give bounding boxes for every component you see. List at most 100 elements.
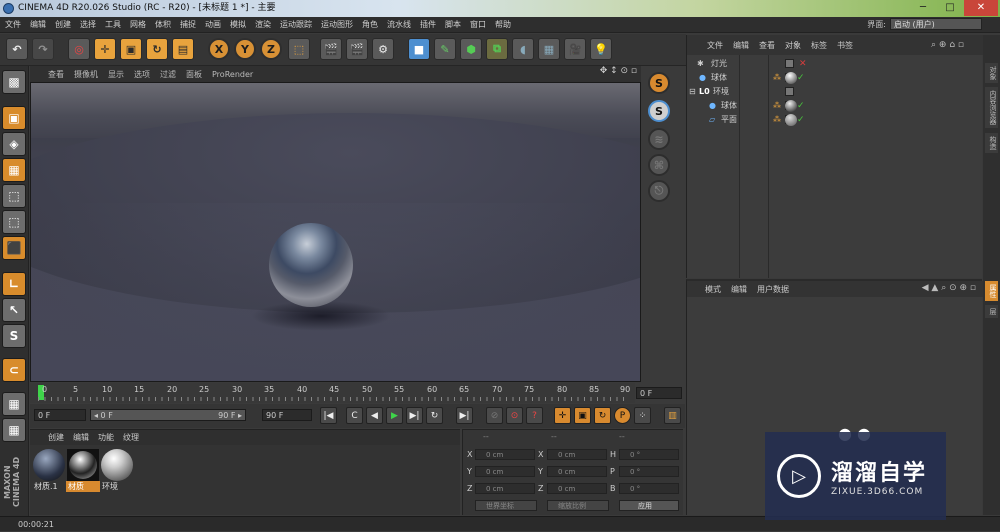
render-settings-icon[interactable]: ⚙ [372, 38, 394, 60]
rotation-h-field[interactable]: 0 ° [619, 449, 679, 460]
move-icon[interactable]: ✛ [94, 38, 116, 60]
attr-menu-edit[interactable]: 编辑 [731, 284, 747, 295]
menu-mograph[interactable]: 运动图形 [321, 19, 353, 30]
snap-icon[interactable]: ⊂ [2, 358, 26, 382]
viewport-menu-cameras[interactable]: 摄像机 [74, 69, 98, 80]
tweak-mode-icon[interactable]: ↖ [2, 298, 26, 322]
menu-plugins[interactable]: 插件 [420, 19, 436, 30]
subdivision-icon[interactable]: ⬢ [460, 38, 482, 60]
viewport-nav-icons[interactable]: ✥ ↕ ⊙ ▫ [600, 66, 637, 76]
obj-menu-file[interactable]: 文件 [707, 40, 723, 51]
menu-script[interactable]: 脚本 [445, 19, 461, 30]
key-rotation-icon[interactable]: ↻ [594, 407, 611, 424]
attribute-nav-icons[interactable]: ◀ ▲ ⌕ ⊙ ⊕ ▫ [922, 283, 976, 293]
viewport-menu-options[interactable]: 选项 [134, 69, 150, 80]
key-parameter-icon[interactable]: P [614, 407, 631, 424]
next-key-icon[interactable]: ↻ [426, 407, 443, 424]
enabled-check-icon[interactable]: ✓ [797, 113, 805, 127]
menu-simulate[interactable]: 模拟 [230, 19, 246, 30]
menu-help[interactable]: 帮助 [495, 19, 511, 30]
object-row-light[interactable]: ✱ 灯光 ✕ [687, 57, 983, 71]
viewport-menu-filter[interactable]: 过滤 [160, 69, 176, 80]
light-icon[interactable]: 💡 [590, 38, 612, 60]
start-frame-field[interactable]: 0 F [34, 409, 86, 421]
key-scale-icon[interactable]: ▣ [574, 407, 591, 424]
mat-menu-texture[interactable]: 纹理 [123, 432, 139, 443]
menu-snap[interactable]: 捕捉 [180, 19, 196, 30]
material-label[interactable]: 材质 [66, 481, 100, 492]
lock-workplane-icon[interactable]: ▦ [2, 392, 26, 416]
menu-mesh[interactable]: 网格 [130, 19, 146, 30]
object-row-sphere[interactable]: ● 球体 ✓ ⁂ [687, 71, 983, 85]
array-icon[interactable]: ⧉ [486, 38, 508, 60]
obj-menu-edit[interactable]: 编辑 [733, 40, 749, 51]
camera-icon[interactable]: 🎥 [564, 38, 586, 60]
menu-character[interactable]: 角色 [362, 19, 378, 30]
z-axis-icon[interactable]: Z [260, 38, 282, 60]
phong-tag-icon[interactable]: ⁂ [773, 99, 781, 113]
size-z-field[interactable]: 0 cm [547, 483, 607, 494]
tab-attributes[interactable]: 属性 [985, 281, 998, 301]
mat-menu-edit[interactable]: 编辑 [73, 432, 89, 443]
disabled-icon[interactable]: ✕ [799, 57, 807, 71]
menu-tools[interactable]: 工具 [105, 19, 121, 30]
viewport-menu-prorender[interactable]: ProRender [212, 70, 253, 79]
goto-start-icon[interactable]: |◀ [320, 407, 337, 424]
mat-menu-function[interactable]: 功能 [98, 432, 114, 443]
tab-objects[interactable]: 对象 [985, 63, 998, 83]
key-pla-icon[interactable]: ⁘ [634, 407, 651, 424]
x-axis-icon[interactable]: X [208, 38, 230, 60]
material-tag-icon[interactable] [785, 72, 797, 84]
solo-mode-icon[interactable]: ⎋ [648, 180, 670, 202]
coordinate-system-icon[interactable]: ⬚ [288, 38, 310, 60]
phong-tag-icon[interactable]: ⁂ [773, 113, 781, 127]
menu-create[interactable]: 创建 [55, 19, 71, 30]
prev-frame-icon[interactable]: ◀ [366, 407, 383, 424]
polygons-mode-icon[interactable]: ⬛ [2, 236, 26, 260]
tab-content-browser[interactable]: 内容浏览器 [985, 87, 998, 128]
menu-select[interactable]: 选择 [80, 19, 96, 30]
minimize-button[interactable]: ─ [910, 0, 936, 16]
solo-single-icon[interactable]: S [648, 100, 670, 122]
y-axis-icon[interactable]: Y [234, 38, 256, 60]
tab-layers[interactable]: 层 [985, 305, 998, 318]
menu-pipeline[interactable]: 流水线 [387, 19, 411, 30]
menu-motion-tracking[interactable]: 运动跟踪 [280, 19, 312, 30]
workplane-icon[interactable]: ▦ [2, 158, 26, 182]
record-icon[interactable]: ⊘ [486, 407, 503, 424]
tab-structure[interactable]: 构造 [985, 133, 998, 153]
position-z-field[interactable]: 0 cm [475, 483, 535, 494]
menu-volume[interactable]: 体积 [155, 19, 171, 30]
coordinate-mode-dropdown[interactable]: 世界坐标 [475, 500, 537, 511]
end-frame-field[interactable]: 90 F [262, 409, 312, 421]
keyframe-selection-icon[interactable]: ? [526, 407, 543, 424]
solo-icon[interactable]: S [2, 324, 26, 348]
render-picture-viewer-icon[interactable]: 🎬 [346, 38, 368, 60]
live-selection-icon[interactable]: ◎ [68, 38, 90, 60]
obj-menu-view[interactable]: 查看 [759, 40, 775, 51]
chrome-sphere[interactable] [269, 223, 353, 307]
phong-tag-icon[interactable]: ⁂ [773, 71, 781, 85]
object-row-child-sphere[interactable]: ● 球体 ✓ ⁂ [687, 99, 983, 113]
menu-window[interactable]: 窗口 [470, 19, 486, 30]
edges-mode-icon[interactable]: ⬚ [2, 210, 26, 234]
material-tag-icon[interactable] [785, 100, 797, 112]
current-frame-field[interactable]: 0 F [636, 387, 682, 399]
obj-menu-objects[interactable]: 对象 [785, 40, 801, 51]
deformer-icon[interactable]: ◖ [512, 38, 534, 60]
render-view-icon[interactable]: 🎬 [320, 38, 342, 60]
attr-menu-user-data[interactable]: 用户数据 [757, 284, 789, 295]
scale-icon[interactable]: ▣ [120, 38, 142, 60]
3d-viewport[interactable] [30, 82, 641, 382]
mat-menu-create[interactable]: 创建 [48, 432, 64, 443]
material-swatch-3[interactable] [101, 449, 133, 481]
material-tag-icon[interactable] [785, 114, 797, 126]
prev-key-icon[interactable]: C [346, 407, 363, 424]
maximize-button[interactable]: □ [937, 0, 963, 16]
cube-icon[interactable]: ■ [408, 38, 430, 60]
enabled-check-icon[interactable]: ✓ [797, 99, 805, 113]
menu-render[interactable]: 渲染 [255, 19, 271, 30]
solo-off-icon[interactable]: S [648, 72, 670, 94]
key-position-icon[interactable]: ✛ [554, 407, 571, 424]
range-slider[interactable]: ◂ 0 F 90 F ▸ [90, 409, 246, 421]
